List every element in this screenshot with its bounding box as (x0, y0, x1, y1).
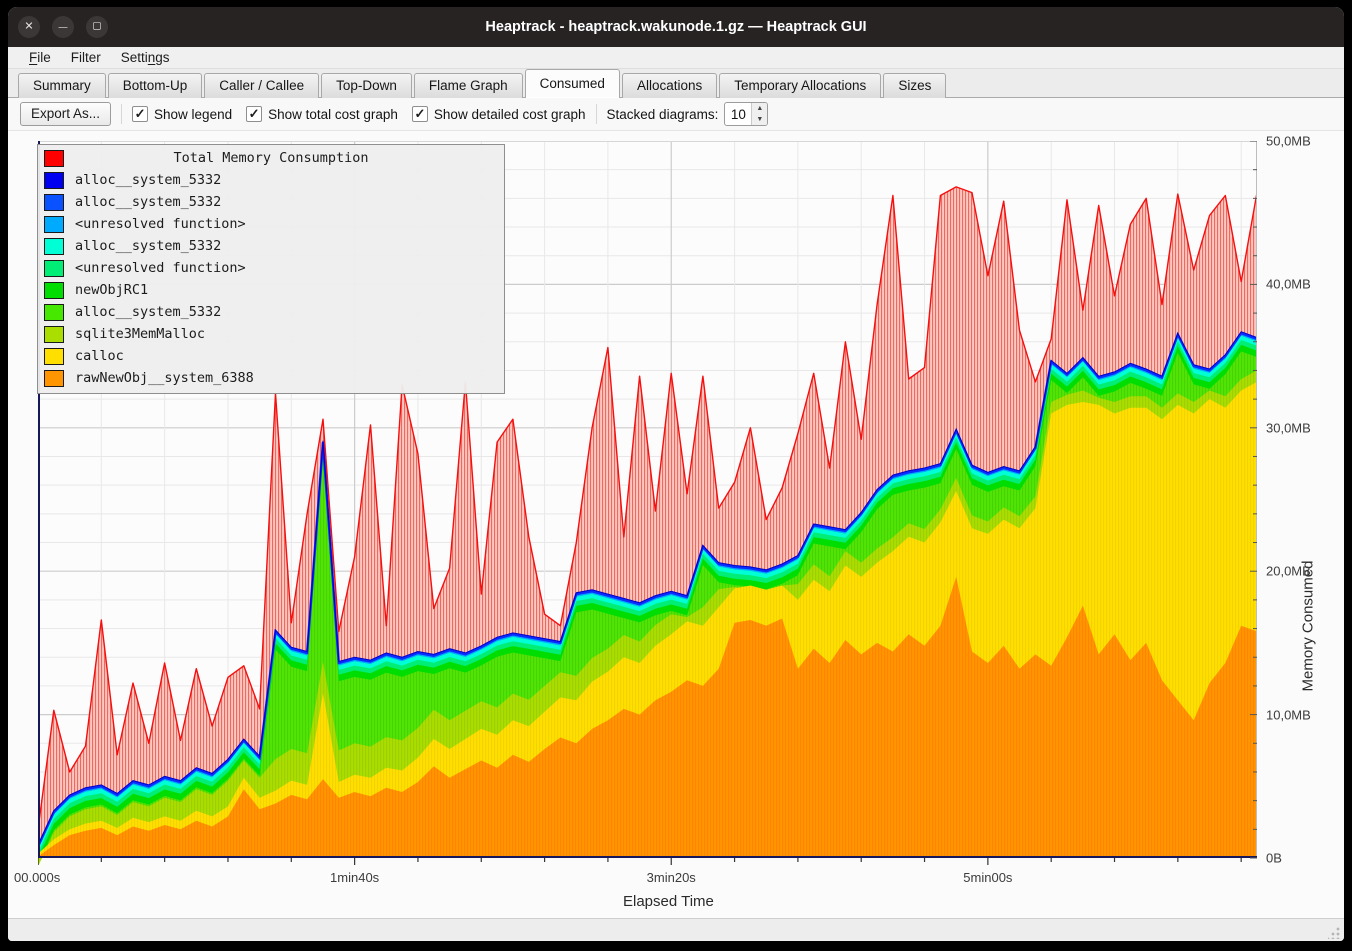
legend-title: Total Memory Consumption (64, 150, 478, 166)
x-tick-label: 3min20s (647, 870, 696, 885)
maximize-button[interactable]: ▢ (86, 16, 108, 38)
toolbar-checkboxes: ✓ Show legend ✓ Show total cost graph ✓ Show … (132, 106, 586, 122)
legend-label: rawNewObj__system_6388 (75, 370, 254, 386)
toolbar-separator (121, 104, 122, 124)
spinbox-arrows: ▲ ▼ (751, 103, 767, 125)
legend-item[interactable]: <unresolved function> (38, 213, 504, 235)
stacked-diagrams-spinbox[interactable]: 10 ▲ ▼ (724, 102, 768, 126)
x-axis-title: Elapsed Time (623, 893, 714, 910)
heaptrack-app: ✕ — ▢ Heaptrack - heaptrack.wakunode.1.gz … (8, 7, 1344, 941)
spin-down-icon[interactable]: ▼ (752, 114, 767, 125)
checkbox-label: Show legend (154, 107, 232, 122)
legend-item[interactable]: alloc__system_5332 (38, 235, 504, 257)
chart-area: Memory Consumed Elapsed Time Total Memor… (8, 131, 1344, 918)
close-icon: ✕ (24, 21, 33, 32)
checkbox-box[interactable]: ✓ (132, 106, 148, 122)
legend-swatch (44, 194, 64, 211)
maximize-icon: ▢ (92, 22, 101, 32)
y-tick-label: 20,0MB (1266, 564, 1336, 579)
y-tick-label: 40,0MB (1266, 277, 1336, 292)
tab-sizes[interactable]: Sizes (883, 73, 946, 98)
tab-caller-callee[interactable]: Caller / Callee (204, 73, 319, 98)
legend-item[interactable]: <unresolved function> (38, 257, 504, 279)
checkbox-label: Show total cost graph (268, 107, 398, 122)
legend-item[interactable]: newObjRC1 (38, 279, 504, 301)
legend-label: alloc__system_5332 (75, 172, 221, 188)
y-tick-label: 50,0MB (1266, 134, 1336, 149)
stacked-diagrams-control: Stacked diagrams: 10 ▲ ▼ (607, 102, 769, 126)
legend-label: <unresolved function> (75, 260, 246, 276)
x-tick-label: 1min40s (330, 870, 379, 885)
legend-swatch (44, 260, 64, 277)
titlebar[interactable]: ✕ — ▢ Heaptrack - heaptrack.wakunode.1.gz … (8, 7, 1344, 47)
checkbox-box[interactable]: ✓ (412, 106, 428, 122)
tab-temporary-allocations[interactable]: Temporary Allocations (719, 73, 881, 98)
y-tick-label: 30,0MB (1266, 420, 1336, 435)
stacked-diagrams-label: Stacked diagrams: (607, 107, 719, 122)
stacked-diagrams-value[interactable]: 10 (725, 103, 751, 125)
legend-swatch (44, 348, 64, 365)
legend-label: calloc (75, 348, 124, 364)
legend-label: newObjRC1 (75, 282, 148, 298)
legend-swatch (44, 216, 64, 233)
window-controls: ✕ — ▢ (18, 16, 108, 38)
window: ✕ — ▢ Heaptrack - heaptrack.wakunode.1.gz … (0, 0, 1352, 951)
tab-summary[interactable]: Summary (18, 73, 106, 98)
menu-settings[interactable]: Settings (112, 49, 179, 66)
tab-bar: SummaryBottom-UpCaller / CalleeTop-DownF… (8, 69, 1344, 98)
window-title: Heaptrack - heaptrack.wakunode.1.gz — He… (8, 19, 1344, 35)
legend-swatch-total (44, 150, 64, 167)
y-tick-label: 10,0MB (1266, 707, 1336, 722)
checkbox-show-total-cost-graph[interactable]: ✓ Show total cost graph (246, 106, 398, 122)
tab-flame-graph[interactable]: Flame Graph (414, 73, 523, 98)
checkbox-show-detailed-cost-graph[interactable]: ✓ Show detailed cost graph (412, 106, 586, 122)
x-tick-label: 00.000s (14, 870, 60, 885)
legend-label: alloc__system_5332 (75, 194, 221, 210)
checkbox-label: Show detailed cost graph (434, 107, 586, 122)
legend-item[interactable]: alloc__system_5332 (38, 191, 504, 213)
tab-bottom-up[interactable]: Bottom-Up (108, 73, 203, 98)
legend-swatch (44, 304, 64, 321)
checkbox-show-legend[interactable]: ✓ Show legend (132, 106, 232, 122)
legend-item[interactable]: rawNewObj__system_6388 (38, 367, 504, 389)
legend-swatch (44, 370, 64, 387)
tab-allocations[interactable]: Allocations (622, 73, 717, 98)
legend-label: alloc__system_5332 (75, 304, 221, 320)
status-bar (8, 918, 1344, 941)
menubar: FileFilterSettings (8, 47, 1344, 69)
legend-item[interactable]: calloc (38, 345, 504, 367)
legend-item[interactable]: sqlite3MemMalloc (38, 323, 504, 345)
resize-grip-icon[interactable] (1328, 926, 1341, 939)
close-button[interactable]: ✕ (18, 16, 40, 38)
minimize-icon: — (59, 22, 68, 31)
checkbox-box[interactable]: ✓ (246, 106, 262, 122)
legend-swatch (44, 326, 64, 343)
export-as-button[interactable]: Export As... (20, 102, 111, 126)
toolbar-separator (596, 104, 597, 124)
legend-item[interactable]: alloc__system_5332 (38, 169, 504, 191)
minimize-button[interactable]: — (52, 16, 74, 38)
legend-item[interactable]: alloc__system_5332 (38, 301, 504, 323)
tab-top-down[interactable]: Top-Down (321, 73, 412, 98)
legend-label: alloc__system_5332 (75, 238, 221, 254)
legend-title-row: Total Memory Consumption (38, 147, 504, 169)
menu-file[interactable]: File (20, 49, 60, 66)
legend-label: sqlite3MemMalloc (75, 326, 205, 342)
chart-legend[interactable]: Total Memory Consumption alloc__system_53… (37, 144, 505, 394)
x-tick-label: 5min00s (963, 870, 1012, 885)
legend-label: <unresolved function> (75, 216, 246, 232)
spin-up-icon[interactable]: ▲ (752, 103, 767, 114)
legend-swatch (44, 238, 64, 255)
y-axis-title: Memory Consumed (1300, 561, 1317, 692)
toolbar: Export As... ✓ Show legend ✓ Show total cos… (8, 98, 1344, 131)
menu-filter[interactable]: Filter (62, 49, 110, 66)
y-tick-label: 0B (1266, 851, 1336, 866)
legend-swatch (44, 172, 64, 189)
legend-swatch (44, 282, 64, 299)
tab-consumed[interactable]: Consumed (525, 69, 620, 98)
